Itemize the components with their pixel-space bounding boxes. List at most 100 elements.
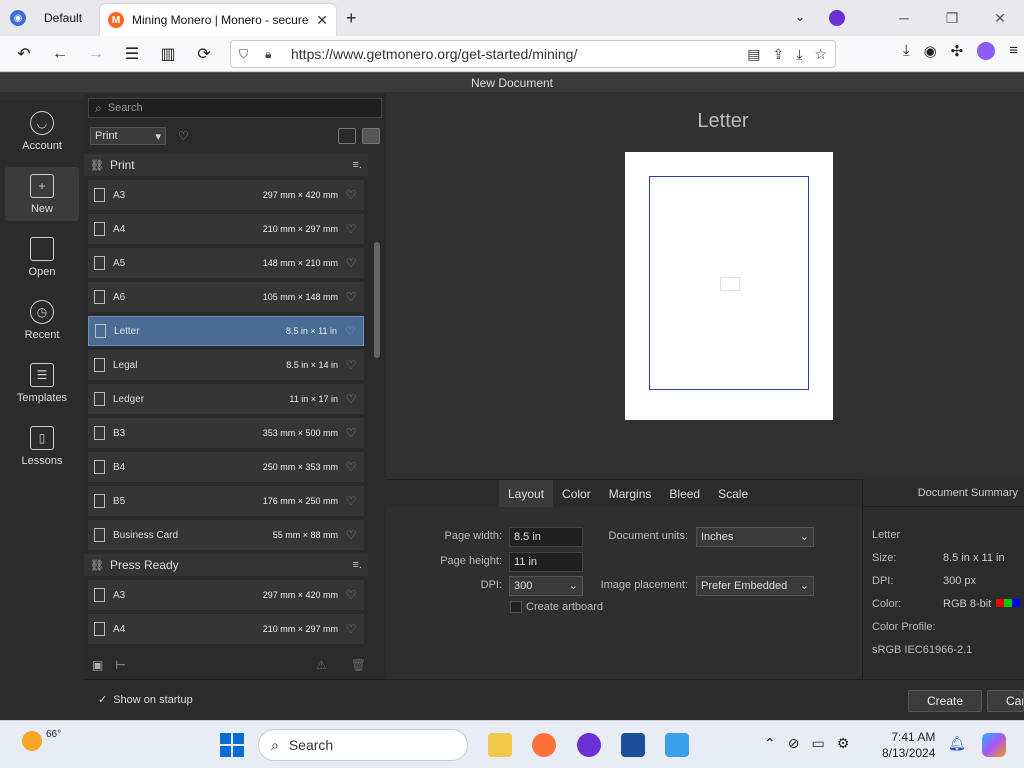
preset-legal[interactable]: Legal 8.5 in × 14 in ♡	[88, 350, 364, 380]
favorite-icon[interactable]: ♡	[344, 494, 358, 508]
favorite-icon[interactable]: ♡	[344, 256, 358, 270]
url-bar[interactable]: ⛉ 🔒︎ https://www.getmonero.org/get-start…	[230, 40, 836, 68]
preset-ledger[interactable]: Ledger 11 in × 17 in ♡	[88, 384, 364, 414]
favorite-icon[interactable]: ♡	[343, 324, 357, 338]
preset-a3[interactable]: A3 297 mm × 420 mm ♡	[88, 180, 364, 210]
clock[interactable]: 7:41 AM 8/13/2024	[882, 729, 935, 761]
extension-icon[interactable]	[829, 10, 845, 26]
taskbar-search[interactable]: ⌕ Search	[258, 729, 468, 761]
section-header-print[interactable]: ⛓ Print ≡.	[84, 154, 368, 176]
share-icon[interactable]: ⇪	[773, 46, 785, 63]
nav-open[interactable]: Open	[5, 230, 79, 284]
start-icon[interactable]	[220, 733, 244, 757]
reader-view-icon[interactable]: ▤	[747, 46, 760, 63]
display-icon[interactable]: ▭	[811, 735, 824, 752]
weather-widget[interactable]: 66°	[22, 729, 61, 751]
notepad-icon[interactable]	[665, 733, 689, 757]
tab-scale[interactable]: Scale	[709, 480, 757, 508]
copilot-icon[interactable]	[982, 733, 1006, 757]
hierarchy-icon[interactable]: ⊢	[115, 658, 125, 672]
category-select[interactable]: Print ▾	[90, 127, 166, 145]
tab-margins[interactable]: Margins	[600, 480, 661, 508]
preset-business-card[interactable]: Business Card 55 mm × 88 mm ♡	[88, 520, 364, 550]
extensions-puzzle-icon[interactable]: ✣	[951, 42, 964, 60]
back-icon[interactable]: ←	[42, 45, 78, 63]
preset-b4[interactable]: B4 250 mm × 353 mm ♡	[88, 452, 364, 482]
section-menu-icon[interactable]: ≡.	[353, 159, 362, 171]
preset-b3[interactable]: B3 353 mm × 500 mm ♡	[88, 418, 364, 448]
add-preset-icon[interactable]: ▣	[92, 658, 103, 672]
preset-scrollbar[interactable]	[373, 224, 381, 716]
scroll-thumb[interactable]	[374, 242, 380, 358]
image-placement-select[interactable]: Prefer Embedded ⌄	[696, 576, 814, 596]
restore-icon[interactable]: ❐	[928, 10, 976, 27]
nav-templates[interactable]: ☰ Templates	[5, 356, 79, 410]
preset-a6[interactable]: A6 105 mm × 148 mm ♡	[88, 282, 364, 312]
preset-press-a3[interactable]: A3 297 mm × 420 mm ♡	[88, 580, 364, 610]
preset-b5[interactable]: B5 176 mm × 250 mm ♡	[88, 486, 364, 516]
url-text[interactable]: https://www.getmonero.org/get-started/mi…	[291, 46, 577, 62]
show-on-startup-checkbox[interactable]: ✓ Show on startup	[98, 693, 193, 707]
account-circle-icon[interactable]: ◉	[924, 42, 937, 60]
section-menu-icon[interactable]: ≡.	[353, 559, 362, 571]
favorite-icon[interactable]: ♡	[344, 222, 358, 236]
preset-a5[interactable]: A5 148 mm × 210 mm ♡	[88, 248, 364, 278]
network-icon[interactable]: ⊘	[788, 735, 800, 752]
section-header-press-ready[interactable]: ⛓ Press Ready ≡.	[84, 554, 368, 576]
affinity-publisher-icon[interactable]	[621, 733, 645, 757]
shield-icon[interactable]: ⛉	[239, 47, 253, 62]
preset-press-a4[interactable]: A4 210 mm × 297 mm ♡	[88, 614, 364, 644]
tab-layout[interactable]: Layout	[499, 480, 554, 508]
cancel-button[interactable]: Car	[987, 690, 1024, 712]
avatar[interactable]	[977, 42, 996, 60]
page-height-input[interactable]: 11 in	[509, 552, 583, 572]
list-icon[interactable]: ☰	[114, 44, 150, 64]
spread-view-icon[interactable]	[362, 128, 380, 144]
tab-color[interactable]: Color	[553, 480, 600, 508]
undo-close-icon[interactable]: ↶	[6, 44, 42, 64]
app-icon[interactable]	[577, 733, 601, 757]
accessibility-icon[interactable]: ⚙	[837, 735, 850, 752]
forward-icon[interactable]: →	[78, 45, 114, 63]
lock-icon[interactable]: 🔒︎	[265, 47, 279, 62]
favorite-icon[interactable]: ♡	[344, 622, 358, 636]
document-units-select[interactable]: Inches ⌄	[696, 527, 814, 547]
favorite-icon[interactable]: ♡	[344, 290, 358, 304]
nav-recent[interactable]: ◷ Recent	[5, 293, 79, 347]
list-tabs-icon[interactable]: ⌄	[795, 10, 805, 24]
nav-new[interactable]: + New	[5, 167, 79, 221]
favorite-icon[interactable]: ♡	[344, 188, 358, 202]
favorite-icon[interactable]: ♡	[344, 460, 358, 474]
close-tab-icon[interactable]: ✕	[316, 12, 328, 29]
preset-a4[interactable]: A4 210 mm × 297 mm ♡	[88, 214, 364, 244]
favorite-icon[interactable]: ♡	[344, 392, 358, 406]
favorite-icon[interactable]: ♡	[344, 528, 358, 542]
trash-icon[interactable]: 🗑︎	[351, 658, 366, 672]
create-artboard-checkbox[interactable]	[510, 601, 522, 613]
close-window-icon[interactable]: ✕	[976, 10, 1024, 27]
chevron-up-icon[interactable]: ⌃	[764, 735, 776, 752]
tab-bleed[interactable]: Bleed	[660, 480, 709, 508]
warning-icon[interactable]: ⚠	[316, 658, 327, 672]
firefox-icon[interactable]	[532, 733, 556, 757]
favorite-icon[interactable]: ♡	[344, 588, 358, 602]
create-button[interactable]: Create	[908, 690, 982, 712]
preset-search-input[interactable]: ⌕ Search	[88, 98, 382, 118]
favorite-icon[interactable]: ♡	[344, 358, 358, 372]
minimize-icon[interactable]: ─	[880, 10, 928, 26]
downloads-icon[interactable]: ⤓	[903, 42, 910, 60]
reload-icon[interactable]: ⟳	[186, 44, 222, 64]
nav-account[interactable]: ◡ Account	[5, 104, 79, 158]
notifications-bell-icon[interactable]: 🔔︎	[948, 735, 966, 752]
favorites-filter-icon[interactable]: ♡	[178, 129, 189, 143]
bookmark-star-icon[interactable]: ☆	[814, 46, 827, 63]
dpi-select[interactable]: 300 ⌄	[509, 576, 583, 596]
profile-label[interactable]: Default	[44, 11, 82, 25]
new-tab-icon[interactable]: +	[346, 8, 357, 29]
screenshot-icon[interactable]: ⤓	[796, 46, 802, 63]
single-page-view-icon[interactable]	[338, 128, 356, 144]
menu-icon[interactable]: ≡	[1009, 42, 1018, 60]
preset-letter[interactable]: Letter 8.5 in × 11 in ♡	[88, 316, 364, 346]
file-explorer-icon[interactable]	[488, 733, 512, 757]
sidebar-icon[interactable]: ▥	[150, 44, 186, 64]
